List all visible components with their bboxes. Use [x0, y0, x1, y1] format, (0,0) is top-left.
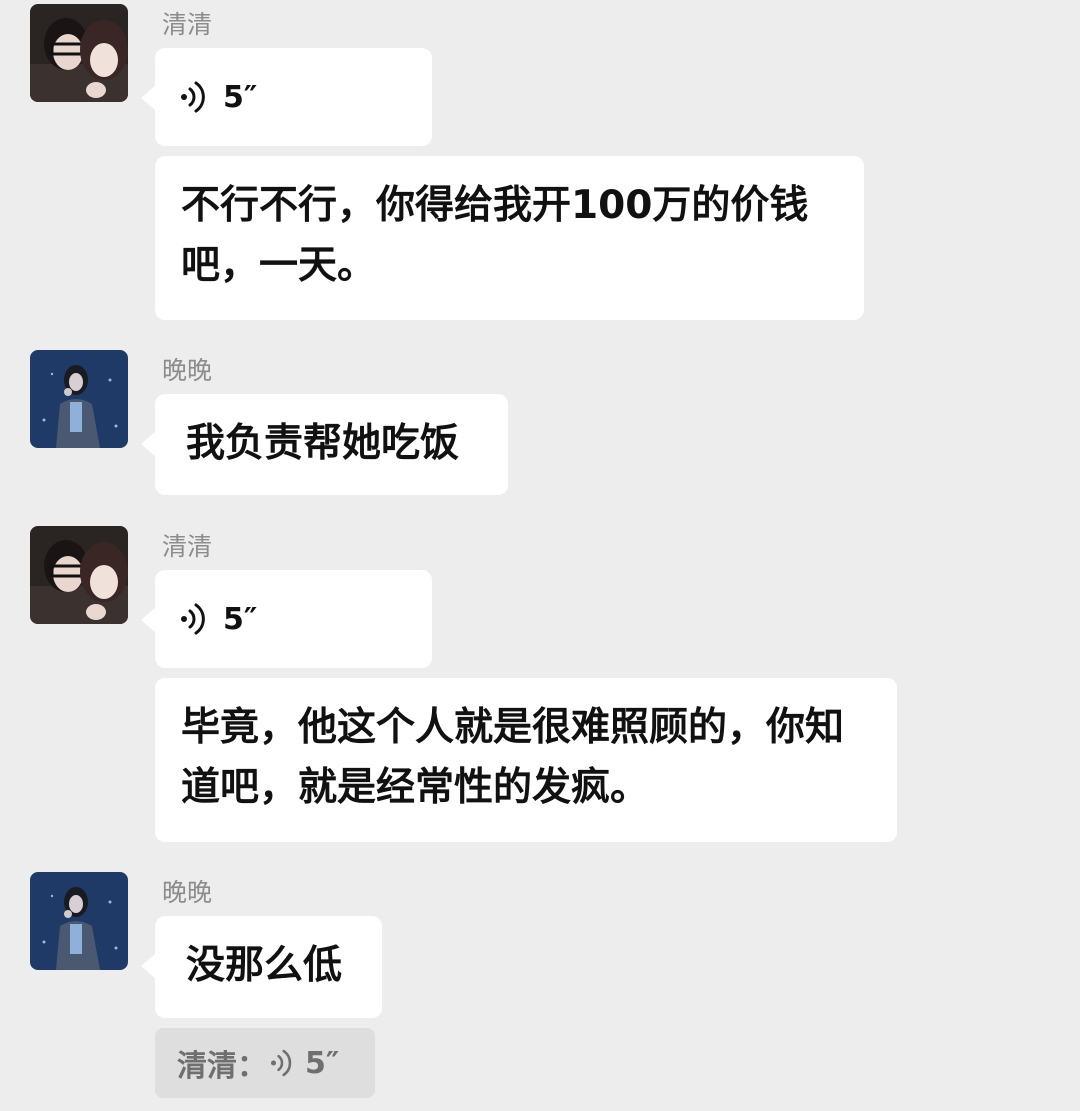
voice-duration: 5″ — [223, 79, 258, 115]
chat-view: 清清 5″ 不行不行，你得给我开100万的价钱吧，一天。 晚晚 我负责帮她吃饭 … — [0, 0, 1080, 1111]
message-text: 毕竟，他这个人就是很难照顾的，你知道吧，就是经常性的发疯。 — [181, 705, 845, 810]
voice-message: 5″ — [155, 570, 432, 668]
voice-message-bubble[interactable]: 5″ — [141, 570, 432, 668]
message-text: 没那么低 — [186, 943, 343, 988]
message-text: 我负责帮她吃饭 — [186, 421, 460, 466]
couple-photo-avatar — [30, 4, 128, 102]
avatar-wanwan[interactable] — [30, 872, 128, 970]
avatar-qingqing[interactable] — [30, 526, 128, 624]
voice-icon — [181, 81, 205, 113]
text-message-bubble[interactable]: 没那么低 — [141, 916, 382, 1018]
couple-photo-avatar — [30, 526, 128, 624]
quote-duration: 5″ — [305, 1045, 340, 1081]
avatar-qingqing[interactable] — [30, 4, 128, 102]
singer-photo-avatar — [30, 350, 128, 448]
avatar-wanwan[interactable] — [30, 350, 128, 448]
voice-icon — [270, 1049, 292, 1077]
text-message-bubble[interactable]: 不行不行，你得给我开100万的价钱吧，一天。 — [155, 156, 864, 320]
text-message-bubble[interactable]: 毕竟，他这个人就是很难照顾的，你知道吧，就是经常性的发疯。 — [155, 678, 897, 842]
sender-name: 清清 — [162, 532, 213, 561]
quote-sender: 清清： — [177, 1049, 267, 1084]
message-text: 不行不行，你得给我开100万的价钱吧，一天。 — [181, 183, 809, 288]
voice-message: 5″ — [155, 48, 432, 146]
voice-icon — [181, 603, 205, 635]
voice-message-bubble[interactable]: 5″ — [141, 48, 432, 146]
sender-name: 清清 — [162, 10, 213, 39]
text-message-bubble[interactable]: 我负责帮她吃饭 — [141, 394, 508, 495]
singer-photo-avatar — [30, 872, 128, 970]
sender-name: 晚晚 — [162, 878, 213, 907]
voice-duration: 5″ — [223, 601, 258, 637]
quoted-message[interactable]: 清清： 5″ — [155, 1028, 375, 1098]
sender-name: 晚晚 — [162, 356, 213, 385]
